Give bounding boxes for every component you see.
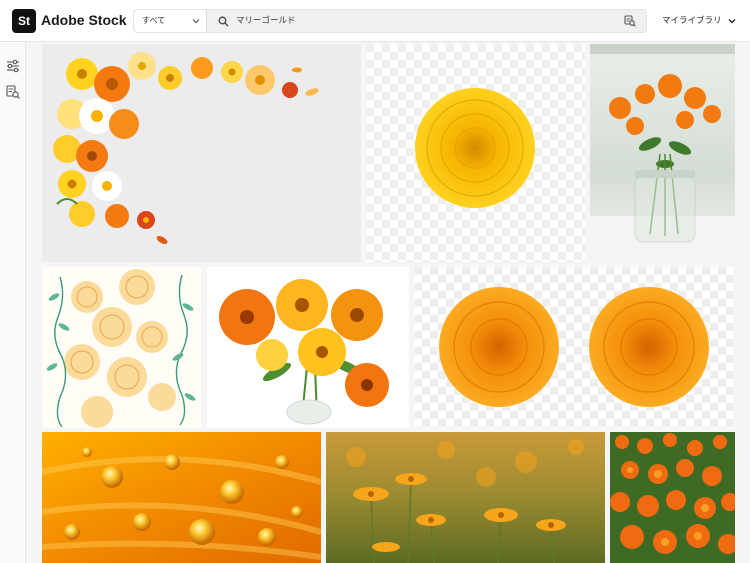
result-image-calendula-bouquet[interactable] — [207, 267, 409, 428]
result-image-orange-petals-water-drops[interactable] — [42, 432, 321, 563]
search-icon[interactable] — [218, 16, 229, 27]
search-input[interactable] — [236, 10, 616, 32]
top-bar: St Adobe Stock すべて マイライブラリ — [0, 0, 750, 42]
visual-search-icon[interactable] — [624, 15, 636, 27]
left-sidebar — [0, 42, 26, 563]
search-bar: すべて — [133, 9, 647, 33]
visual-search-icon[interactable] — [5, 84, 21, 100]
result-image-marigold-pattern[interactable] — [42, 267, 201, 428]
chevron-down-icon — [728, 18, 736, 23]
chevron-down-icon — [192, 19, 200, 24]
adobe-stock-logo[interactable]: St — [12, 9, 36, 33]
my-library-menu[interactable]: マイライブラリ — [662, 14, 736, 26]
my-library-label: マイライブラリ — [662, 16, 722, 26]
result-image-marigolds-in-jar[interactable] — [590, 44, 735, 262]
result-image-two-orange-marigolds[interactable] — [414, 267, 735, 428]
result-image-calendula-field[interactable] — [326, 432, 605, 563]
result-image-flower-frame[interactable] — [42, 44, 361, 262]
search-scope-label: すべて — [142, 16, 166, 25]
result-image-marigold-field[interactable] — [610, 432, 735, 563]
filter-sliders-icon[interactable] — [5, 58, 21, 74]
result-image-single-yellow-marigold[interactable] — [366, 44, 585, 262]
app-name[interactable]: Adobe Stock — [41, 12, 127, 28]
search-scope-select[interactable]: すべて — [134, 10, 207, 32]
